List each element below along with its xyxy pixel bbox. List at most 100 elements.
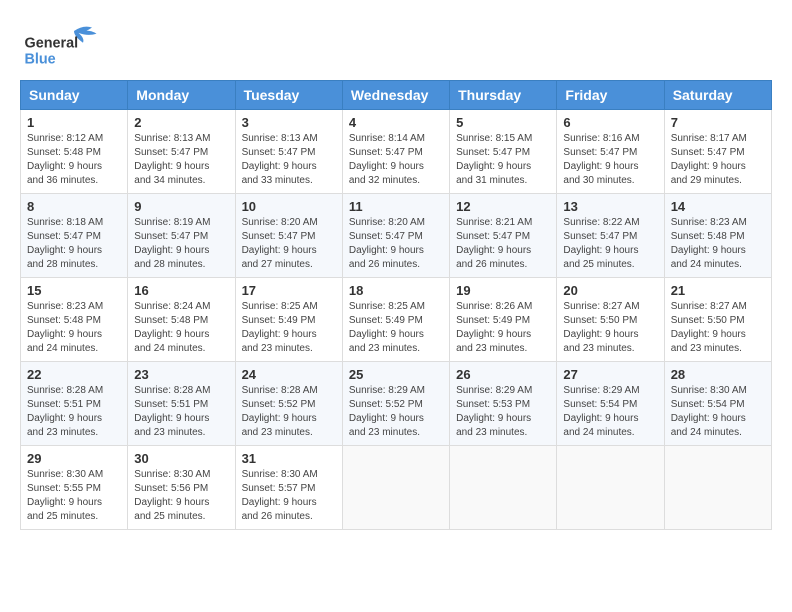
calendar-day-cell: 1 Sunrise: 8:12 AMSunset: 5:48 PMDayligh… — [21, 110, 128, 194]
calendar-week-row: 15 Sunrise: 8:23 AMSunset: 5:48 PMDaylig… — [21, 278, 772, 362]
day-info: Sunrise: 8:28 AMSunset: 5:52 PMDaylight:… — [242, 384, 336, 440]
calendar-day-cell: 23 Sunrise: 8:28 AMSunset: 5:51 PMDaylig… — [128, 362, 235, 446]
day-of-week-header: Friday — [557, 81, 664, 110]
day-info: Sunrise: 8:23 AMSunset: 5:48 PMDaylight:… — [671, 216, 765, 272]
calendar-day-cell: 6 Sunrise: 8:16 AMSunset: 5:47 PMDayligh… — [557, 110, 664, 194]
calendar-day-cell: 22 Sunrise: 8:28 AMSunset: 5:51 PMDaylig… — [21, 362, 128, 446]
day-number: 19 — [456, 283, 550, 298]
day-number: 6 — [563, 115, 657, 130]
day-number: 27 — [563, 367, 657, 382]
calendar-day-cell: 4 Sunrise: 8:14 AMSunset: 5:47 PMDayligh… — [342, 110, 449, 194]
calendar-day-cell: 28 Sunrise: 8:30 AMSunset: 5:54 PMDaylig… — [664, 362, 771, 446]
day-of-week-header: Saturday — [664, 81, 771, 110]
day-number: 7 — [671, 115, 765, 130]
day-info: Sunrise: 8:12 AMSunset: 5:48 PMDaylight:… — [27, 132, 121, 188]
calendar: SundayMondayTuesdayWednesdayThursdayFrid… — [20, 80, 772, 530]
calendar-day-cell: 18 Sunrise: 8:25 AMSunset: 5:49 PMDaylig… — [342, 278, 449, 362]
calendar-day-cell: 11 Sunrise: 8:20 AMSunset: 5:47 PMDaylig… — [342, 194, 449, 278]
day-number: 22 — [27, 367, 121, 382]
day-info: Sunrise: 8:26 AMSunset: 5:49 PMDaylight:… — [456, 300, 550, 356]
calendar-body: 1 Sunrise: 8:12 AMSunset: 5:48 PMDayligh… — [21, 110, 772, 530]
day-number: 2 — [134, 115, 228, 130]
calendar-day-cell: 13 Sunrise: 8:22 AMSunset: 5:47 PMDaylig… — [557, 194, 664, 278]
day-info: Sunrise: 8:13 AMSunset: 5:47 PMDaylight:… — [242, 132, 336, 188]
calendar-day-cell: 29 Sunrise: 8:30 AMSunset: 5:55 PMDaylig… — [21, 446, 128, 530]
calendar-day-cell: 2 Sunrise: 8:13 AMSunset: 5:47 PMDayligh… — [128, 110, 235, 194]
calendar-week-row: 22 Sunrise: 8:28 AMSunset: 5:51 PMDaylig… — [21, 362, 772, 446]
day-info: Sunrise: 8:23 AMSunset: 5:48 PMDaylight:… — [27, 300, 121, 356]
day-number: 30 — [134, 451, 228, 466]
day-info: Sunrise: 8:27 AMSunset: 5:50 PMDaylight:… — [671, 300, 765, 356]
day-info: Sunrise: 8:28 AMSunset: 5:51 PMDaylight:… — [134, 384, 228, 440]
day-info: Sunrise: 8:21 AMSunset: 5:47 PMDaylight:… — [456, 216, 550, 272]
calendar-day-cell: 17 Sunrise: 8:25 AMSunset: 5:49 PMDaylig… — [235, 278, 342, 362]
calendar-day-cell: 14 Sunrise: 8:23 AMSunset: 5:48 PMDaylig… — [664, 194, 771, 278]
day-info: Sunrise: 8:29 AMSunset: 5:53 PMDaylight:… — [456, 384, 550, 440]
day-info: Sunrise: 8:22 AMSunset: 5:47 PMDaylight:… — [563, 216, 657, 272]
calendar-day-cell: 8 Sunrise: 8:18 AMSunset: 5:47 PMDayligh… — [21, 194, 128, 278]
svg-text:Blue: Blue — [25, 51, 56, 67]
calendar-day-cell: 9 Sunrise: 8:19 AMSunset: 5:47 PMDayligh… — [128, 194, 235, 278]
day-number: 5 — [456, 115, 550, 130]
day-info: Sunrise: 8:30 AMSunset: 5:57 PMDaylight:… — [242, 468, 336, 524]
day-info: Sunrise: 8:30 AMSunset: 5:55 PMDaylight:… — [27, 468, 121, 524]
day-number: 28 — [671, 367, 765, 382]
calendar-day-cell: 19 Sunrise: 8:26 AMSunset: 5:49 PMDaylig… — [450, 278, 557, 362]
day-info: Sunrise: 8:29 AMSunset: 5:52 PMDaylight:… — [349, 384, 443, 440]
day-number: 21 — [671, 283, 765, 298]
calendar-day-cell: 30 Sunrise: 8:30 AMSunset: 5:56 PMDaylig… — [128, 446, 235, 530]
calendar-day-cell — [450, 446, 557, 530]
day-info: Sunrise: 8:20 AMSunset: 5:47 PMDaylight:… — [349, 216, 443, 272]
calendar-day-cell — [342, 446, 449, 530]
calendar-day-cell: 20 Sunrise: 8:27 AMSunset: 5:50 PMDaylig… — [557, 278, 664, 362]
day-info: Sunrise: 8:18 AMSunset: 5:47 PMDaylight:… — [27, 216, 121, 272]
day-number: 4 — [349, 115, 443, 130]
day-info: Sunrise: 8:14 AMSunset: 5:47 PMDaylight:… — [349, 132, 443, 188]
day-info: Sunrise: 8:27 AMSunset: 5:50 PMDaylight:… — [563, 300, 657, 356]
day-number: 29 — [27, 451, 121, 466]
day-of-week-header: Tuesday — [235, 81, 342, 110]
svg-text:General: General — [25, 35, 79, 51]
logo-svg: General Blue — [20, 20, 110, 70]
calendar-day-cell: 3 Sunrise: 8:13 AMSunset: 5:47 PMDayligh… — [235, 110, 342, 194]
day-info: Sunrise: 8:15 AMSunset: 5:47 PMDaylight:… — [456, 132, 550, 188]
calendar-day-cell — [557, 446, 664, 530]
calendar-day-cell: 25 Sunrise: 8:29 AMSunset: 5:52 PMDaylig… — [342, 362, 449, 446]
day-number: 24 — [242, 367, 336, 382]
day-info: Sunrise: 8:13 AMSunset: 5:47 PMDaylight:… — [134, 132, 228, 188]
calendar-day-cell: 7 Sunrise: 8:17 AMSunset: 5:47 PMDayligh… — [664, 110, 771, 194]
calendar-day-cell: 15 Sunrise: 8:23 AMSunset: 5:48 PMDaylig… — [21, 278, 128, 362]
calendar-week-row: 8 Sunrise: 8:18 AMSunset: 5:47 PMDayligh… — [21, 194, 772, 278]
day-number: 20 — [563, 283, 657, 298]
calendar-day-cell: 16 Sunrise: 8:24 AMSunset: 5:48 PMDaylig… — [128, 278, 235, 362]
calendar-day-cell: 12 Sunrise: 8:21 AMSunset: 5:47 PMDaylig… — [450, 194, 557, 278]
day-number: 23 — [134, 367, 228, 382]
day-number: 31 — [242, 451, 336, 466]
day-info: Sunrise: 8:30 AMSunset: 5:54 PMDaylight:… — [671, 384, 765, 440]
day-of-week-header: Thursday — [450, 81, 557, 110]
day-info: Sunrise: 8:19 AMSunset: 5:47 PMDaylight:… — [134, 216, 228, 272]
day-number: 25 — [349, 367, 443, 382]
logo: General Blue — [20, 20, 110, 70]
day-number: 14 — [671, 199, 765, 214]
calendar-day-cell: 21 Sunrise: 8:27 AMSunset: 5:50 PMDaylig… — [664, 278, 771, 362]
day-number: 26 — [456, 367, 550, 382]
day-info: Sunrise: 8:28 AMSunset: 5:51 PMDaylight:… — [27, 384, 121, 440]
day-number: 17 — [242, 283, 336, 298]
calendar-day-cell: 10 Sunrise: 8:20 AMSunset: 5:47 PMDaylig… — [235, 194, 342, 278]
calendar-day-cell: 26 Sunrise: 8:29 AMSunset: 5:53 PMDaylig… — [450, 362, 557, 446]
day-info: Sunrise: 8:17 AMSunset: 5:47 PMDaylight:… — [671, 132, 765, 188]
calendar-week-row: 29 Sunrise: 8:30 AMSunset: 5:55 PMDaylig… — [21, 446, 772, 530]
day-info: Sunrise: 8:29 AMSunset: 5:54 PMDaylight:… — [563, 384, 657, 440]
day-number: 16 — [134, 283, 228, 298]
day-number: 9 — [134, 199, 228, 214]
calendar-day-cell: 24 Sunrise: 8:28 AMSunset: 5:52 PMDaylig… — [235, 362, 342, 446]
calendar-day-cell: 31 Sunrise: 8:30 AMSunset: 5:57 PMDaylig… — [235, 446, 342, 530]
day-of-week-header: Monday — [128, 81, 235, 110]
day-number: 11 — [349, 199, 443, 214]
day-number: 8 — [27, 199, 121, 214]
calendar-day-cell: 27 Sunrise: 8:29 AMSunset: 5:54 PMDaylig… — [557, 362, 664, 446]
calendar-day-cell — [664, 446, 771, 530]
day-number: 12 — [456, 199, 550, 214]
day-info: Sunrise: 8:25 AMSunset: 5:49 PMDaylight:… — [242, 300, 336, 356]
